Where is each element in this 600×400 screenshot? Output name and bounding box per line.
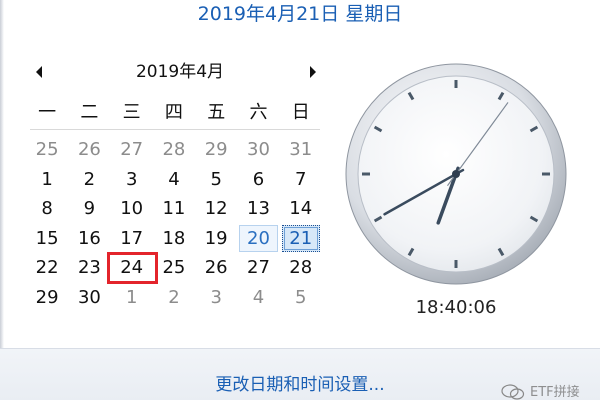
digital-time: 18:40:06 xyxy=(415,297,497,318)
calendar-day[interactable]: 15 xyxy=(26,224,68,254)
calendar-day[interactable]: 1 xyxy=(111,283,153,313)
calendar-day[interactable]: 30 xyxy=(237,135,279,165)
triangle-right-icon xyxy=(310,66,316,78)
calendar-day[interactable]: 2 xyxy=(153,283,195,313)
calendar-day[interactable]: 2 xyxy=(68,165,110,195)
calendar-day[interactable]: 4 xyxy=(153,165,195,195)
clock-center-pin xyxy=(452,170,460,178)
calendar-day[interactable]: 29 xyxy=(195,135,237,165)
calendar-day[interactable]: 11 xyxy=(153,194,195,224)
change-date-time-settings-link[interactable]: 更改日期和时间设置... xyxy=(170,372,430,398)
calendar-day[interactable]: 30 xyxy=(68,283,110,313)
calendar-day[interactable]: 16 xyxy=(68,224,110,254)
calendar-day[interactable]: 25 xyxy=(153,253,195,283)
full-date-link[interactable]: 2019年4月21日 星期日 xyxy=(0,0,600,30)
weekday-divider xyxy=(30,129,320,130)
weekday-label: 五 xyxy=(207,102,226,123)
calendar-day[interactable]: 5 xyxy=(280,283,322,313)
calendar-day[interactable]: 28 xyxy=(280,253,322,283)
calendar-day-highlighted[interactable]: 24 xyxy=(106,252,159,283)
calendar-day[interactable]: 9 xyxy=(68,194,110,224)
calendar-day[interactable]: 8 xyxy=(26,194,68,224)
watermark: ETF拼接 xyxy=(500,383,600,400)
weekday-label: 一 xyxy=(38,102,57,123)
calendar-day[interactable]: 27 xyxy=(111,135,153,165)
calendar-day[interactable]: 26 xyxy=(68,135,110,165)
calendar-day[interactable]: 14 xyxy=(280,194,322,224)
calendar-day[interactable]: 12 xyxy=(195,194,237,224)
calendar-day[interactable]: 22 xyxy=(26,253,68,283)
calendar-day[interactable]: 17 xyxy=(111,224,153,254)
weekday-label: 二 xyxy=(80,102,99,123)
calendar-day[interactable]: 10 xyxy=(111,194,153,224)
weekday-header: 一二三四五六日 xyxy=(26,100,322,128)
wechat-icon xyxy=(501,384,525,400)
calendar-day[interactable]: 26 xyxy=(195,253,237,283)
calendar-days-grid: 25 26 27 28 29 30 31 1 2 3 4 5 6 7 8 9 10 11 12 13 14 15 16 17 1… xyxy=(26,135,322,312)
calendar-day[interactable]: 13 xyxy=(237,194,279,224)
panel-edge xyxy=(0,0,4,348)
calendar-day[interactable]: 20 xyxy=(237,224,279,254)
calendar-day[interactable]: 4 xyxy=(237,283,279,313)
weekday-label: 六 xyxy=(249,102,268,123)
weekday-label: 三 xyxy=(122,102,141,123)
calendar-day[interactable]: 23 xyxy=(68,253,110,283)
calendar-day[interactable]: 1 xyxy=(26,165,68,195)
month-title[interactable]: 2019年4月 xyxy=(90,59,270,85)
calendar-day[interactable]: 19 xyxy=(195,224,237,254)
analog-clock xyxy=(345,63,567,285)
weekday-label: 四 xyxy=(164,102,183,123)
calendar-day[interactable]: 3 xyxy=(111,165,153,195)
calendar-day[interactable]: 25 xyxy=(26,135,68,165)
calendar-day[interactable]: 27 xyxy=(237,253,279,283)
calendar-day[interactable]: 6 xyxy=(237,165,279,195)
previous-month-button[interactable] xyxy=(31,62,49,82)
next-month-button[interactable] xyxy=(304,62,322,82)
calendar-day[interactable]: 31 xyxy=(280,135,322,165)
calendar-flyout: 2019年4月21日 星期日 2019年4月 一二三四五六日 25 26 27 28 2… xyxy=(0,0,600,349)
calendar-day[interactable]: 7 xyxy=(280,165,322,195)
calendar-day[interactable]: 5 xyxy=(195,165,237,195)
calendar-day[interactable]: 3 xyxy=(195,283,237,313)
calendar-day[interactable]: 18 xyxy=(153,224,195,254)
triangle-left-icon xyxy=(36,66,42,78)
calendar-day[interactable]: 28 xyxy=(153,135,195,165)
calendar-day[interactable]: 29 xyxy=(26,283,68,313)
weekday-label: 日 xyxy=(291,102,310,123)
calendar-day-today[interactable]: 21 xyxy=(280,224,322,254)
watermark-text: ETF拼接 xyxy=(530,385,580,400)
